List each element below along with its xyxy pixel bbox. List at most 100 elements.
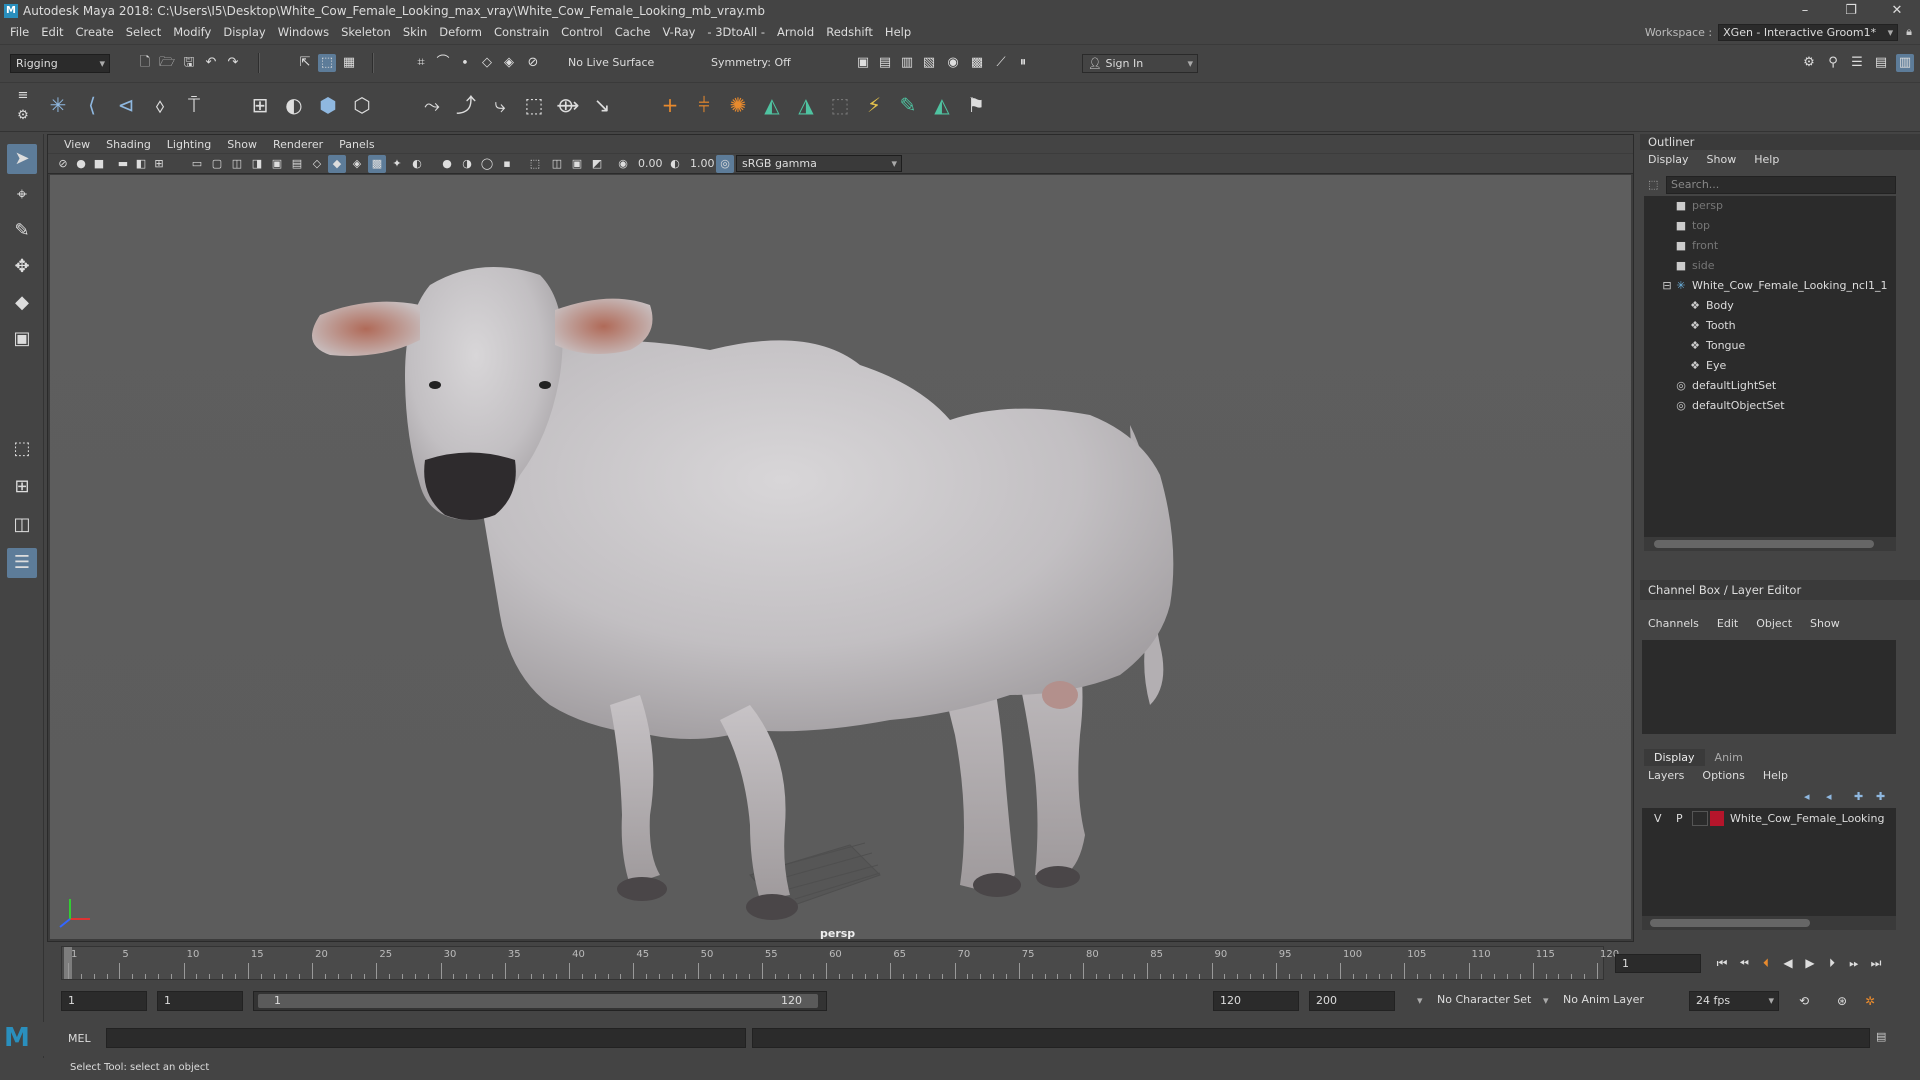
- wire-icon[interactable]: ⬚: [826, 91, 854, 119]
- shelf-settings-icon[interactable]: ⚙︎: [14, 107, 32, 125]
- channel-box-icon[interactable]: ▥: [1896, 54, 1914, 72]
- scrollbar-thumb[interactable]: [1650, 919, 1810, 927]
- field-chart-icon[interactable]: ◨: [248, 155, 266, 173]
- outliner-item[interactable]: ❖ Tooth: [1688, 316, 1736, 335]
- tab-anim[interactable]: Anim: [1705, 749, 1753, 766]
- textured-icon[interactable]: ▩: [368, 155, 386, 173]
- character-set-caret-icon[interactable]: ▾: [1417, 994, 1423, 1007]
- wrap-icon[interactable]: ✺: [724, 91, 752, 119]
- safe-title-icon[interactable]: ▤: [288, 155, 306, 173]
- film-gate-icon[interactable]: ▭: [188, 155, 206, 173]
- hypershade-icon[interactable]: ◉: [944, 54, 962, 72]
- snap-surface-icon[interactable]: ◈: [500, 54, 518, 72]
- lattice-icon[interactable]: ⫩: [690, 91, 718, 119]
- anim-layer-dropdown[interactable]: No Anim Layer: [1557, 991, 1657, 1011]
- tool-settings-icon[interactable]: ▤: [1872, 54, 1890, 72]
- snap-point-icon[interactable]: ∙: [456, 54, 474, 72]
- xray-joints-icon[interactable]: ▣: [568, 155, 586, 173]
- outliner-item[interactable]: ■ persp: [1674, 196, 1723, 215]
- menu-deform[interactable]: Deform: [433, 25, 488, 39]
- current-frame-field[interactable]: 1: [1615, 954, 1701, 973]
- outliner-item[interactable]: ❖ Body: [1688, 296, 1734, 315]
- le-menu-options[interactable]: Options: [1702, 769, 1744, 782]
- wireframe-icon[interactable]: ◇: [308, 155, 326, 173]
- animation-start-field[interactable]: 1: [61, 991, 147, 1011]
- restore-button[interactable]: ❐: [1828, 0, 1874, 21]
- vray-render-icon[interactable]: ▩: [968, 54, 986, 72]
- menu-control[interactable]: Control: [555, 25, 609, 39]
- ik-handle-icon[interactable]: ⟨: [78, 91, 106, 119]
- outliner-item[interactable]: ❖ Tongue: [1688, 336, 1745, 355]
- range-slider-handle[interactable]: 1 120: [258, 994, 818, 1008]
- fps-dropdown[interactable]: 24 fps ▾: [1689, 991, 1779, 1011]
- go-to-start-icon[interactable]: ⏮︎: [1713, 954, 1731, 972]
- menu-vray[interactable]: V-Ray: [656, 25, 701, 39]
- step-back-key-icon[interactable]: ⏪︎: [1735, 954, 1753, 972]
- menu-edit[interactable]: Edit: [35, 25, 69, 39]
- view-transform-dropdown[interactable]: sRGB gamma ▾: [736, 155, 902, 172]
- move-layer-up-icon[interactable]: ◂: [1804, 790, 1810, 803]
- pole-vector-icon[interactable]: ↘: [588, 91, 616, 119]
- outliner-item[interactable]: ■ top: [1674, 216, 1710, 235]
- ik-spline-icon[interactable]: ⊲: [112, 91, 140, 119]
- smooth-shade-icon[interactable]: ◆: [328, 155, 346, 173]
- four-view-icon[interactable]: ⊞: [7, 472, 37, 502]
- layer-playback-toggle[interactable]: P: [1676, 812, 1683, 825]
- outliner-menu-display[interactable]: Display: [1648, 153, 1689, 166]
- lasso-tool-icon[interactable]: ⌖: [7, 180, 37, 210]
- layer-row[interactable]: V P White_Cow_Female_Looking: [1642, 808, 1896, 830]
- vp-menu-view[interactable]: View: [56, 138, 98, 151]
- menu-redshift[interactable]: Redshift: [820, 25, 879, 39]
- smooth-bind-icon[interactable]: ⬢: [314, 91, 342, 119]
- isolate-select-icon[interactable]: ⬚: [526, 155, 544, 173]
- outliner-search-input[interactable]: Search...: [1666, 176, 1896, 194]
- snap-curve-icon[interactable]: ⌒: [434, 54, 452, 72]
- menu-3dtoall[interactable]: - 3DtoAll -: [701, 25, 771, 39]
- camera-lock-icon[interactable]: ●: [72, 155, 90, 173]
- outliner-item[interactable]: ⊟ ✳ White_Cow_Female_Looking_ncl1_1: [1662, 276, 1887, 295]
- xray-icon[interactable]: ◫: [548, 155, 566, 173]
- new-layer-selected-icon[interactable]: ✚: [1876, 790, 1885, 803]
- snap-view-icon[interactable]: ◇: [478, 54, 496, 72]
- anim-prefs-icon[interactable]: ✲: [1861, 992, 1879, 1010]
- undo-icon[interactable]: ↶: [202, 54, 220, 72]
- select-components-icon[interactable]: ▦: [340, 54, 358, 72]
- menu-skin[interactable]: Skin: [397, 25, 433, 39]
- soft-mod-icon[interactable]: ⚡︎: [860, 91, 888, 119]
- paint-select-tool-icon[interactable]: ✎: [7, 216, 37, 246]
- single-perspective-view-icon[interactable]: ⬚: [7, 434, 37, 464]
- blendshape-icon[interactable]: ◭: [758, 91, 786, 119]
- cb-menu-edit[interactable]: Edit: [1717, 617, 1738, 630]
- gate-mask-icon[interactable]: ◫: [228, 155, 246, 173]
- nonlinear-icon[interactable]: ◮: [792, 91, 820, 119]
- two-view-icon[interactable]: ◫: [7, 510, 37, 540]
- vp-menu-renderer[interactable]: Renderer: [265, 138, 331, 151]
- menu-create[interactable]: Create: [70, 25, 120, 39]
- orient-joint-icon[interactable]: ⍑: [180, 91, 208, 119]
- collapse-icon[interactable]: ⊟: [1662, 276, 1672, 295]
- outliner-item[interactable]: ◎ defaultLightSet: [1674, 376, 1776, 395]
- muscle-icon[interactable]: ◭: [928, 91, 956, 119]
- vp-menu-shading[interactable]: Shading: [98, 138, 159, 151]
- quick-rig-icon[interactable]: ⚑: [962, 91, 990, 119]
- close-button[interactable]: ✕: [1874, 0, 1920, 21]
- render-view-icon[interactable]: ▣: [854, 54, 872, 72]
- step-forward-frame-icon[interactable]: ⏵︎: [1823, 954, 1841, 972]
- bookmark-icon[interactable]: ▬: [114, 155, 132, 173]
- select-objects-icon[interactable]: ⬚: [318, 54, 336, 72]
- camera-select-icon[interactable]: ⊘: [54, 155, 72, 173]
- rotate-tool-icon[interactable]: ◆: [7, 288, 37, 318]
- layer-visibility-toggle[interactable]: V: [1654, 812, 1662, 825]
- snap-edge-icon[interactable]: ⊘: [524, 54, 542, 72]
- paint-weights-icon[interactable]: ◐: [280, 91, 308, 119]
- live-surface-field[interactable]: No Live Surface: [563, 54, 663, 73]
- playback-end-field[interactable]: 120: [1213, 991, 1299, 1011]
- character-controls-icon[interactable]: ⚲: [1824, 54, 1842, 72]
- bind-skin-icon[interactable]: ⊞: [246, 91, 274, 119]
- script-language-label[interactable]: MEL: [68, 1032, 91, 1045]
- shadows-icon[interactable]: ◐: [408, 155, 426, 173]
- menu-help[interactable]: Help: [879, 25, 917, 39]
- ambient-occlusion-icon[interactable]: ●: [438, 155, 456, 173]
- outliner-persp-view-icon[interactable]: ☰: [7, 548, 37, 578]
- outliner-item[interactable]: ■ side: [1674, 256, 1715, 275]
